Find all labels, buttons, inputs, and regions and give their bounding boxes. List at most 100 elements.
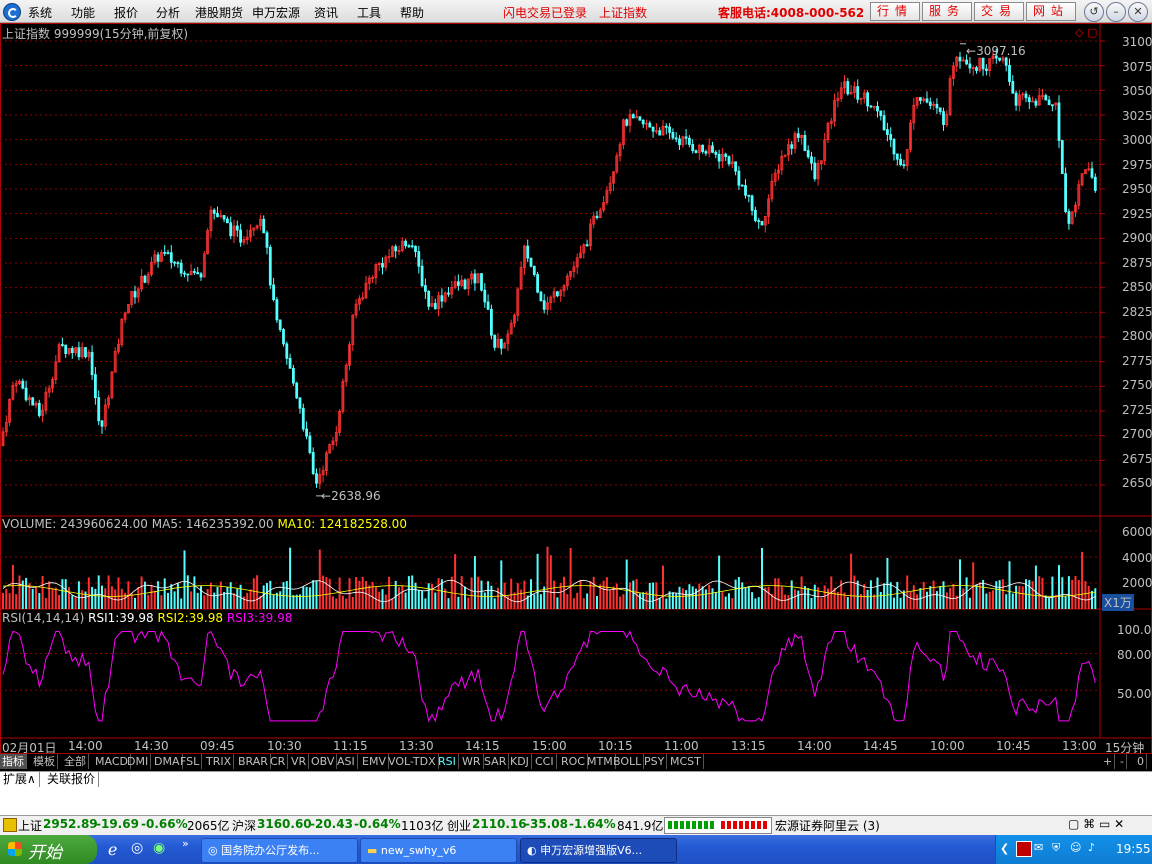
candle-body: [747, 194, 751, 197]
task-folder[interactable]: ▬ new_swhy_v6: [360, 838, 517, 863]
tab-sar[interactable]: SAR: [482, 754, 510, 769]
volume-bar: [11, 564, 14, 609]
tab-brar[interactable]: BRAR: [236, 754, 271, 769]
chart-settings-icon[interactable]: ◇ ▢: [1075, 26, 1097, 39]
volume-bar: [117, 577, 120, 609]
volume-bar: [285, 581, 288, 609]
volume-bar: [572, 598, 575, 609]
rsi2-label: RSI2:: [157, 611, 189, 625]
candle-body: [806, 150, 810, 158]
time-tick: 14:00: [68, 739, 103, 753]
tab-kdj[interactable]: KDJ: [508, 754, 532, 769]
volume-bar: [926, 591, 928, 609]
ie-icon[interactable]: ℯ: [108, 840, 117, 859]
tab-cci[interactable]: CCI: [533, 754, 557, 769]
tab-obv[interactable]: OBV: [309, 754, 338, 769]
volume-bar: [978, 582, 981, 609]
candle-body: [268, 246, 272, 286]
candle-body: [311, 452, 315, 475]
volume-bar: [912, 585, 915, 609]
tab-remove-button[interactable]: -: [1118, 754, 1127, 769]
volume-bar: [1061, 577, 1064, 609]
server-name[interactable]: 宏源证券阿里云 (3): [775, 817, 880, 834]
menu-news[interactable]: 资讯: [314, 4, 338, 21]
tab-cr[interactable]: CR: [268, 754, 289, 769]
tab-mcst[interactable]: MCST: [668, 754, 704, 769]
task-swhy[interactable]: ◐ 申万宏源增强版V6...: [520, 838, 677, 863]
website-button[interactable]: 网站: [1026, 2, 1076, 21]
tab-fsl[interactable]: FSL: [178, 754, 203, 769]
volume-bar: [995, 581, 998, 609]
tray-collapse-icon[interactable]: ❮: [1000, 842, 1009, 855]
candle-body: [981, 57, 985, 70]
volume-bar: [490, 585, 493, 609]
status-tray-icons[interactable]: ▢ ⌘ ▭ ✕: [1068, 817, 1124, 831]
volume-bar: [447, 598, 450, 609]
browser-icon[interactable]: ◎: [131, 840, 143, 856]
menu-function[interactable]: 功能: [71, 4, 95, 21]
close-icon[interactable]: ✕: [1128, 2, 1148, 22]
candle-body: [975, 67, 978, 71]
tab-trix[interactable]: TRIX: [204, 754, 235, 769]
tab-vol-tdx[interactable]: VOL-TDX: [386, 754, 439, 769]
related-quotes-tab[interactable]: 关联报价: [44, 772, 100, 787]
volume-bar: [457, 596, 460, 609]
candle-body: [625, 119, 629, 126]
start-button[interactable]: 开始: [0, 835, 97, 864]
tray-network-icon[interactable]: ✉: [1034, 841, 1043, 854]
tab-reset-button[interactable]: 0: [1135, 754, 1147, 769]
tab-wr[interactable]: WR: [460, 754, 484, 769]
volume-bar: [774, 578, 777, 609]
tab-vr[interactable]: VR: [289, 754, 310, 769]
candle-body: [427, 290, 431, 307]
market-breadth-meter: [664, 817, 772, 834]
volume-bar: [487, 581, 490, 609]
tab-rsi[interactable]: RSI: [436, 754, 459, 769]
volume-bar: [619, 596, 622, 609]
menu-analysis[interactable]: 分析: [156, 4, 180, 21]
menu-help[interactable]: 帮助: [400, 4, 424, 21]
back-icon[interactable]: ↺: [1084, 2, 1104, 22]
tab-boll[interactable]: BOLL: [611, 754, 645, 769]
tray-volume-icon[interactable]: ♪: [1088, 841, 1095, 854]
chat-icon[interactable]: ◉: [153, 840, 165, 856]
service-button[interactable]: 服务: [922, 2, 972, 21]
task-news[interactable]: ◎ 国务院办公厅发布...: [201, 838, 358, 863]
tray-messenger-icon[interactable]: ☺: [1070, 841, 1081, 854]
market-button[interactable]: 行情: [870, 2, 920, 21]
menu-swhy[interactable]: 申万宏源: [252, 4, 300, 21]
tab-dmi[interactable]: DMI: [125, 754, 152, 769]
volume-bar: [233, 593, 235, 609]
tab-roc[interactable]: ROC: [559, 754, 588, 769]
menu-quote[interactable]: 报价: [114, 4, 138, 21]
menu-tools[interactable]: 工具: [357, 4, 381, 21]
candle-body: [1034, 100, 1038, 106]
kline-chart[interactable]: [0, 23, 1152, 754]
volume-bar: [935, 591, 938, 609]
cy-label: 创业: [447, 819, 472, 833]
tab-indicator[interactable]: 指标: [0, 754, 27, 769]
tray-shield-icon[interactable]: ⛨: [1052, 841, 1060, 855]
trade-button[interactable]: 交易: [974, 2, 1024, 21]
tab-asi[interactable]: ASI: [335, 754, 358, 769]
minimize-icon[interactable]: –: [1106, 2, 1126, 22]
tray-app-icon[interactable]: [1016, 841, 1032, 857]
status-icon[interactable]: [3, 818, 17, 832]
candle-body: [486, 301, 490, 310]
menu-hk-futures[interactable]: 港股期货: [195, 4, 243, 21]
candle-body: [668, 126, 671, 133]
volume-bar: [407, 576, 410, 609]
clock[interactable]: 19:55: [1116, 842, 1151, 856]
tab-add-button[interactable]: +: [1101, 754, 1116, 769]
expand-button[interactable]: 扩展∧: [0, 772, 40, 787]
low-price-label: ←2638.96: [321, 489, 381, 503]
candle-body: [757, 220, 761, 222]
tab-psy[interactable]: PSY: [642, 754, 668, 769]
volume-bar: [292, 595, 295, 609]
rsi-tick: 100.00: [1117, 623, 1152, 637]
tab-template[interactable]: 模板: [31, 754, 58, 769]
tab-emv[interactable]: EMV: [360, 754, 389, 769]
quicklaunch-more-icon[interactable]: »: [182, 837, 189, 850]
tab-all[interactable]: 全部: [62, 754, 89, 769]
menu-system[interactable]: 系统: [28, 4, 52, 21]
